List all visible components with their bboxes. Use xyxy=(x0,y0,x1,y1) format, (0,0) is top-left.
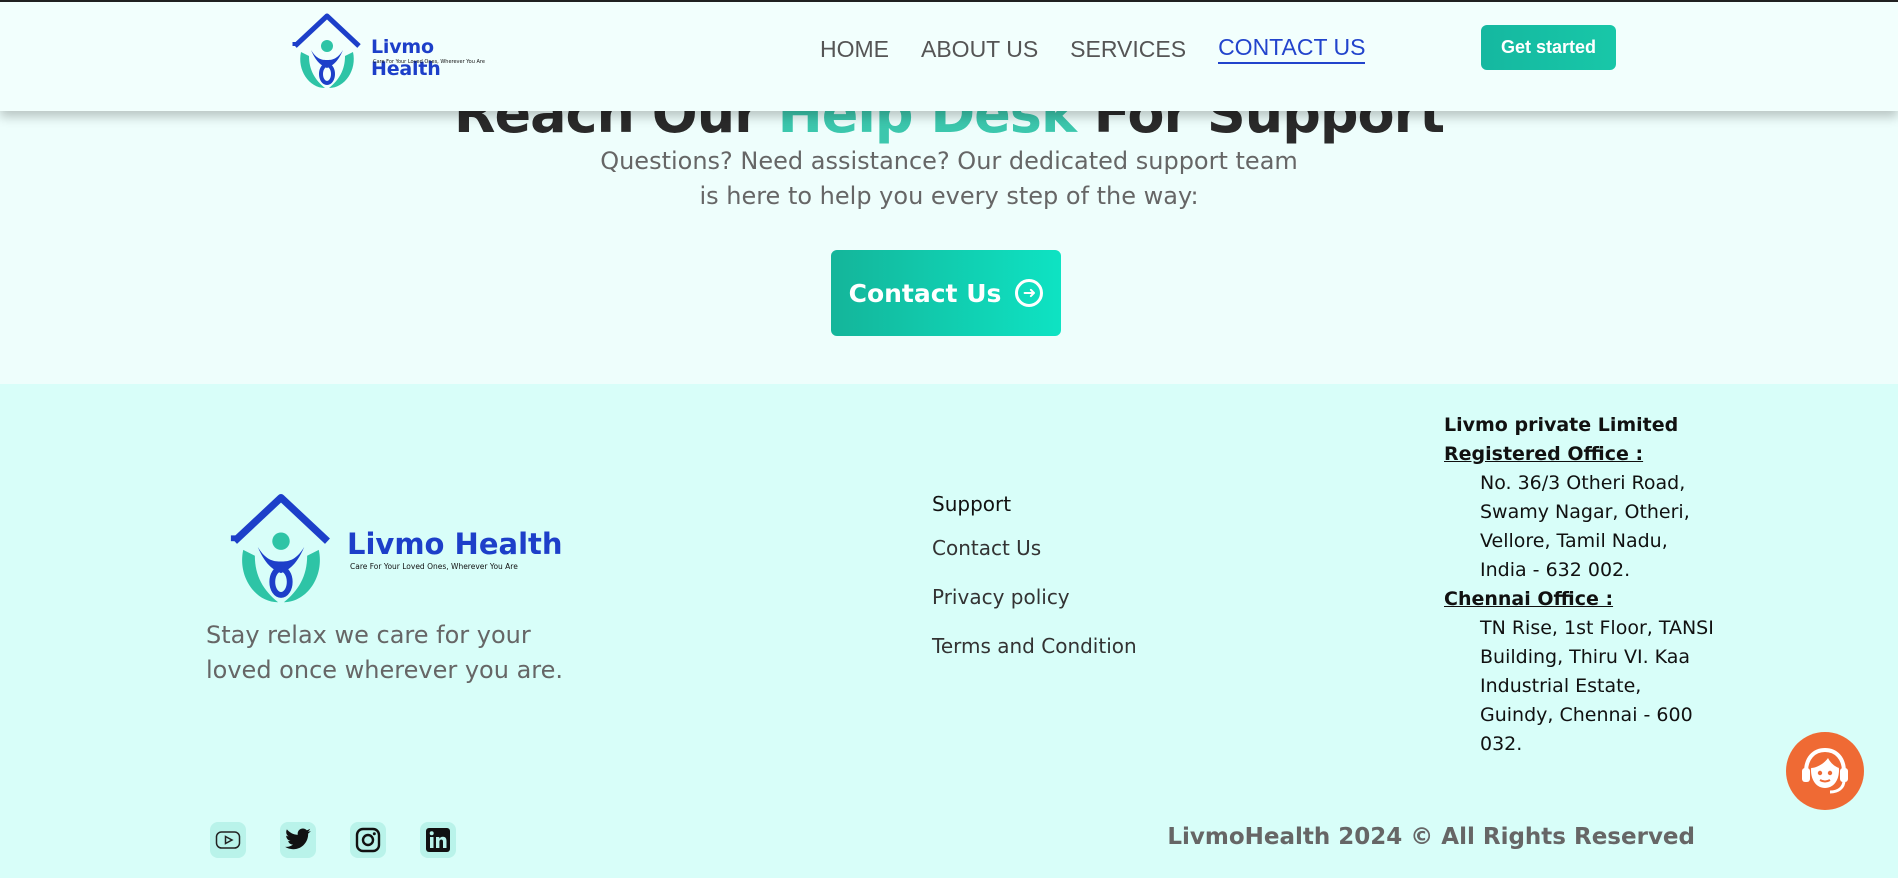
address-line: Vellore, Tamil Nadu, xyxy=(1480,530,1668,552)
contact-us-button-label: Contact Us xyxy=(848,278,1002,308)
chat-support-button[interactable] xyxy=(1786,732,1864,810)
nav-contact-us[interactable]: CONTACT US xyxy=(1218,34,1366,64)
hero-subtitle-line: is here to help you every step of the wa… xyxy=(699,182,1199,210)
address-line: Industrial Estate, xyxy=(1480,675,1642,697)
youtube-icon[interactable] xyxy=(210,822,246,858)
twitter-icon[interactable] xyxy=(280,822,316,858)
support-links: Support Contact Us Privacy policy Terms … xyxy=(932,492,1137,683)
footer-link-terms[interactable]: Terms and Condition xyxy=(932,634,1137,658)
footer-tagline: Stay relax we care for your loved once w… xyxy=(206,618,586,688)
nav-services[interactable]: SERVICES xyxy=(1070,36,1186,63)
get-started-button[interactable]: Get started xyxy=(1481,25,1616,70)
hero-subtitle-line: Questions? Need assistance? Our dedicate… xyxy=(600,147,1298,175)
footer-brand-tagline: Care For Your Loved Ones, Wherever You A… xyxy=(350,562,518,571)
address-line: TN Rise, 1st Floor, TANSI xyxy=(1480,617,1714,639)
main-nav: HOME ABOUT US SERVICES CONTACT US xyxy=(820,34,1366,64)
footer-tagline-line: Stay relax we care for your xyxy=(206,621,531,649)
company-info: Livmo private Limited Registered Office … xyxy=(1444,411,1724,759)
brand-name: Livmo Health xyxy=(371,36,441,80)
support-agent-icon xyxy=(1802,747,1848,794)
site-footer: Livmo Health Care For Your Loved Ones, W… xyxy=(0,384,1898,878)
brand-logo[interactable]: Livmo Health Care For Your Loved Ones, W… xyxy=(287,8,507,92)
registered-office-title: Registered Office : xyxy=(1444,443,1644,465)
support-title: Support xyxy=(932,492,1012,516)
site-header: Livmo Health Care For Your Loved Ones, W… xyxy=(0,2,1898,111)
address-line: India - 632 002. xyxy=(1480,559,1631,581)
nav-home[interactable]: HOME xyxy=(820,36,889,63)
copyright-text: LivmoHealth 2024 © All Rights Reserved xyxy=(1167,824,1695,850)
footer-tagline-line: loved once wherever you are. xyxy=(206,656,564,684)
contact-us-button[interactable]: Contact Us ➜ xyxy=(831,250,1061,336)
address-line: Building, Thiru VI. Kaa xyxy=(1480,646,1691,668)
footer-brand-name: Livmo Health xyxy=(347,527,563,561)
footer-brand-logo[interactable]: Livmo Health Care For Your Loved Ones, W… xyxy=(220,486,563,606)
footer-link-contact-us[interactable]: Contact Us xyxy=(932,536,1137,560)
address-line: Swamy Nagar, Otheri, xyxy=(1480,501,1690,523)
arrow-right-circle-icon: ➜ xyxy=(1015,279,1044,307)
chennai-office-title: Chennai Office : xyxy=(1444,588,1614,610)
social-links xyxy=(210,822,456,858)
company-name: Livmo private Limited xyxy=(1444,414,1679,436)
instagram-icon[interactable] xyxy=(350,822,386,858)
chennai-office-address: TN Rise, 1st Floor, TANSI Building, Thir… xyxy=(1444,614,1724,759)
hero-subtitle: Questions? Need assistance? Our dedicate… xyxy=(0,144,1898,214)
nav-about-us[interactable]: ABOUT US xyxy=(921,36,1038,63)
address-line: 032. xyxy=(1480,733,1523,755)
registered-office-address: No. 36/3 Otheri Road, Swamy Nagar, Other… xyxy=(1444,469,1724,585)
brand-tagline: Care For Your Loved Ones, Wherever You A… xyxy=(373,59,485,65)
footer-link-privacy-policy[interactable]: Privacy policy xyxy=(932,585,1137,609)
address-line: No. 36/3 Otheri Road, xyxy=(1480,472,1686,494)
address-line: Guindy, Chennai - 600 xyxy=(1480,704,1693,726)
linkedin-icon[interactable] xyxy=(420,822,456,858)
logo-icon xyxy=(230,493,330,603)
logo-icon xyxy=(292,13,361,88)
